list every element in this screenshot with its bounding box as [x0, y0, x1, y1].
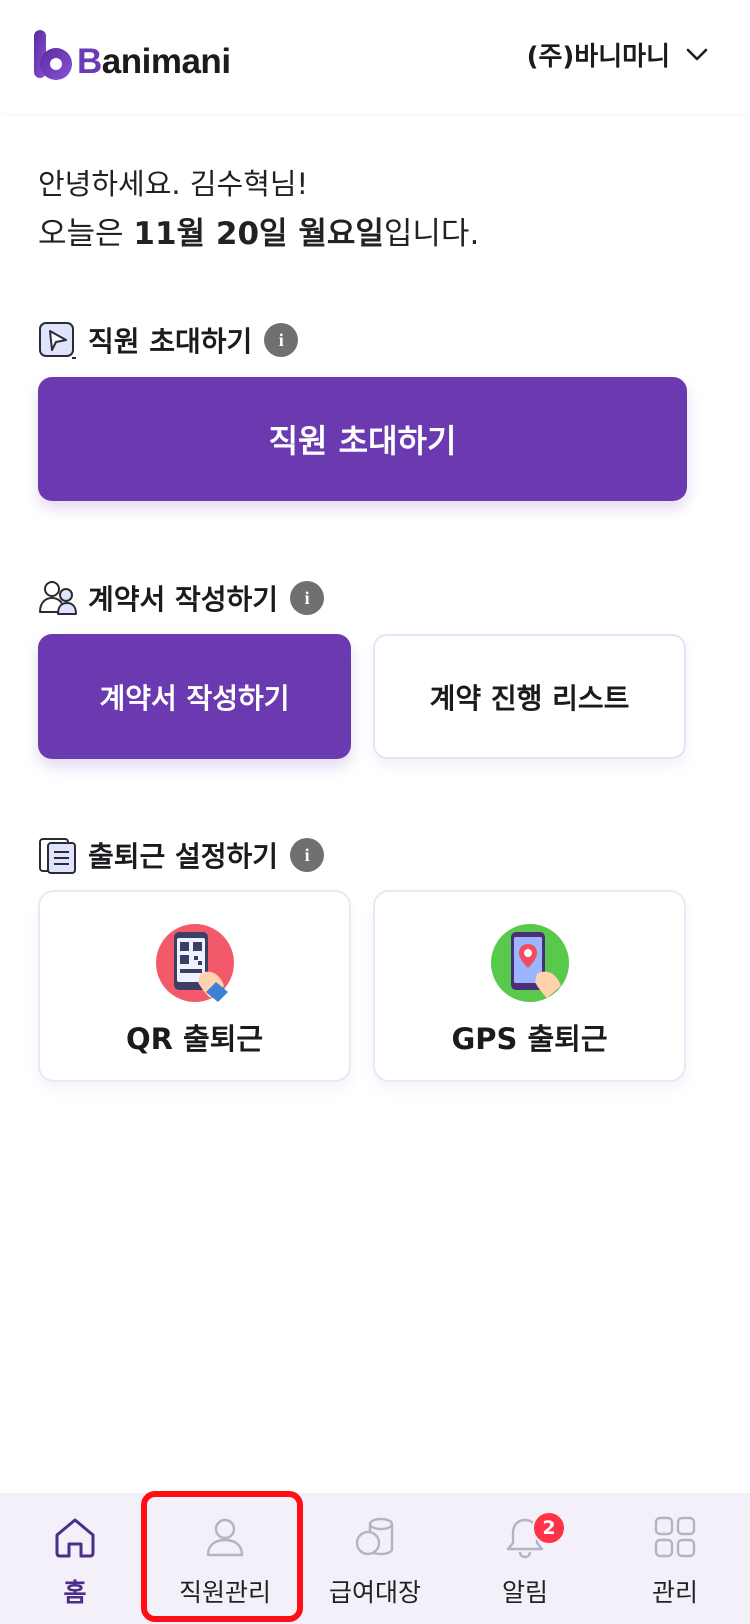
tab-label: 관리: [651, 1578, 698, 1607]
invite-employee-button[interactable]: 직원 초대하기: [38, 377, 687, 501]
company-selector[interactable]: (주)바니마니: [527, 36, 708, 73]
chevron-down-icon: [686, 48, 708, 60]
greeting-line2: 오늘은 11월 20일 월요일입니다.: [38, 215, 480, 252]
home-icon: [55, 1518, 95, 1558]
tab-label: 알림: [501, 1578, 548, 1607]
attendance-section-title: 출퇴근 설정하기 i: [38, 835, 325, 875]
contract-list-button[interactable]: 계약 진행 리스트: [373, 634, 686, 759]
grid-icon: [654, 1516, 696, 1558]
banimani-logo[interactable]: Banimani: [33, 28, 231, 82]
coins-icon: [355, 1517, 394, 1556]
gps-attendance-card[interactable]: GPS 출퇴근: [373, 890, 686, 1082]
qr-attendance-label: QR 출퇴근: [125, 1022, 264, 1056]
document-list-icon: [39, 838, 76, 874]
tab-label: 급여대장: [328, 1578, 421, 1607]
tab-notifications[interactable]: 2 알림: [450, 1493, 600, 1624]
info-icon[interactable]: i: [290, 581, 325, 615]
person-icon: [206, 1518, 244, 1557]
tab-payroll[interactable]: 급여대장: [300, 1493, 450, 1624]
greeting: 안녕하세요. 김수혁님! 오늘은 11월 20일 월요일입니다.: [38, 166, 479, 254]
users-icon: [39, 581, 77, 615]
logo-text: Banimani: [77, 42, 231, 81]
greeting-line1: 안녕하세요. 김수혁님!: [38, 167, 309, 201]
invite-send-icon: [39, 322, 76, 359]
app-header: Banimani (주)바니마니: [0, 0, 750, 113]
company-name: (주)바니마니: [526, 42, 670, 72]
info-icon[interactable]: i: [264, 323, 299, 357]
notification-badge: 2: [532, 1511, 566, 1545]
invite-section-title: 직원 초대하기 i: [38, 320, 299, 360]
qr-phone-icon: [155, 924, 234, 1002]
logo-mark-icon: [34, 30, 72, 80]
tab-label: 직원관리: [178, 1578, 271, 1607]
tab-employee-management[interactable]: 직원관리: [150, 1493, 300, 1624]
contract-section-title: 계약서 작성하기 i: [38, 578, 325, 618]
tab-label: 홈: [63, 1578, 87, 1607]
gps-phone-icon: [490, 924, 569, 1002]
info-icon[interactable]: i: [290, 838, 325, 872]
write-contract-button[interactable]: 계약서 작성하기: [38, 634, 351, 759]
gps-attendance-label: GPS 출퇴근: [451, 1022, 608, 1056]
tab-home[interactable]: 홈: [0, 1493, 150, 1624]
bottom-tab-bar: 홈 직원관리 급여대장 2 알림 관리: [0, 1493, 750, 1624]
tab-settings[interactable]: 관리: [600, 1493, 750, 1624]
qr-attendance-card[interactable]: QR 출퇴근: [38, 890, 351, 1082]
today-date: 11월 20일 월요일: [133, 215, 384, 252]
